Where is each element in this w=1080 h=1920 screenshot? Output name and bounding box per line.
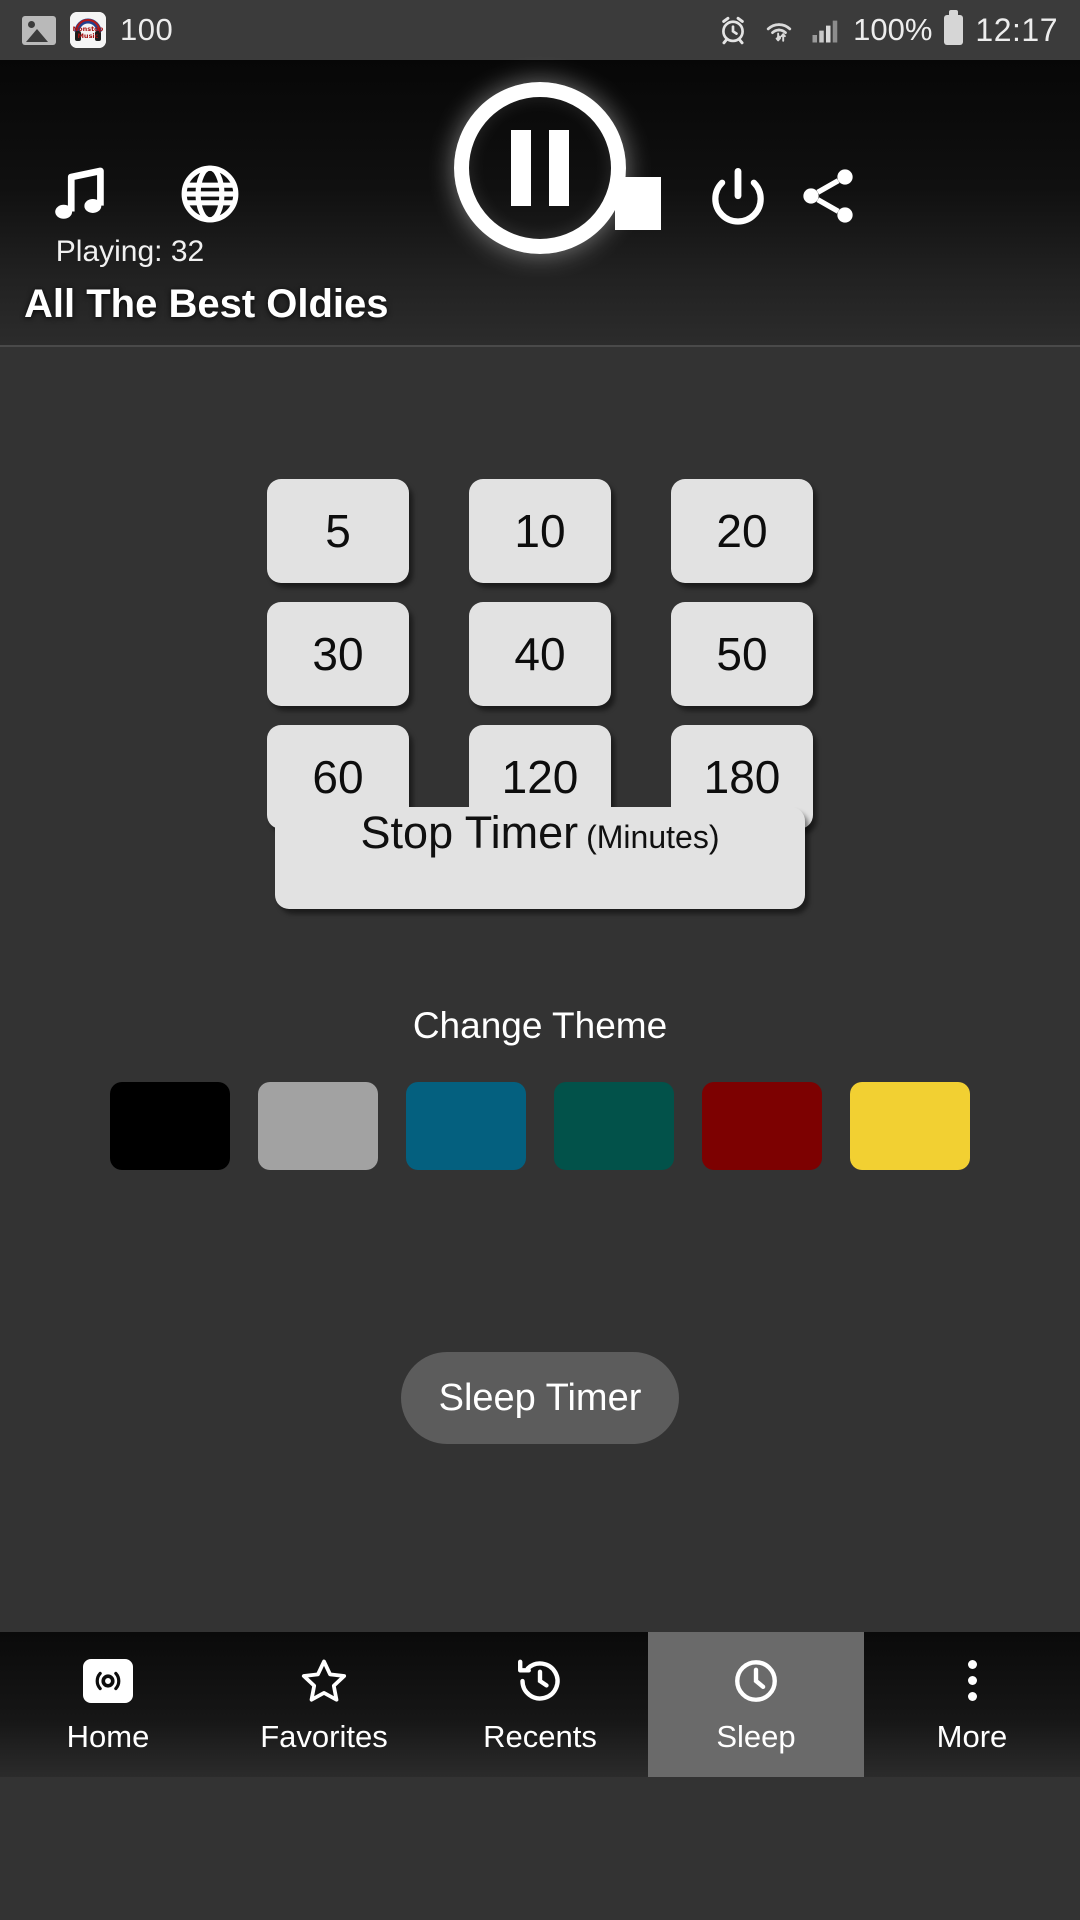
more-dots-icon — [967, 1655, 977, 1707]
nav-label-sleep: Sleep — [716, 1718, 796, 1754]
nav-item-home[interactable]: Home — [0, 1632, 216, 1777]
stop-timer-label: Stop Timer — [360, 807, 579, 858]
change-theme-label: Change Theme — [412, 1005, 668, 1046]
timer-row: 5 10 20 — [0, 479, 1080, 583]
stop-timer-unit: (Minutes) — [586, 819, 720, 855]
status-bar-left: Nonstop Music 100 — [22, 12, 173, 48]
status-bar: Nonstop Music 100 100% 12:17 — [0, 0, 1080, 60]
nav-label-recents: Recents — [483, 1718, 597, 1754]
theme-swatch-row — [0, 1082, 1080, 1170]
timer-button-50[interactable]: 50 — [671, 602, 813, 706]
globe-icon[interactable] — [172, 156, 248, 232]
music-note-icon[interactable] — [42, 156, 118, 232]
clock-icon — [730, 1655, 782, 1707]
timer-row: 30 40 50 — [0, 602, 1080, 706]
nav-item-sleep[interactable]: Sleep — [648, 1632, 864, 1777]
alarm-icon — [722, 16, 745, 45]
player-header: Playing: 32 All The Best Oldies — [0, 60, 1080, 345]
theme-swatch-yellow[interactable] — [850, 1082, 970, 1170]
timer-button-5[interactable]: 5 — [267, 479, 409, 583]
timer-button-10[interactable]: 10 — [469, 479, 611, 583]
theme-swatch-red[interactable] — [702, 1082, 822, 1170]
battery-percent: 100% — [853, 12, 933, 47]
station-title: All The Best Oldies — [24, 282, 389, 326]
nonstop-music-app-icon: Nonstop Music — [70, 12, 106, 48]
theme-swatch-gray[interactable] — [258, 1082, 378, 1170]
notification-count: 100 — [120, 12, 174, 47]
stop-timer-button[interactable]: Stop Timer (Minutes) — [275, 807, 805, 909]
theme-swatch-black[interactable] — [110, 1082, 230, 1170]
nav-item-more[interactable]: More — [864, 1632, 1080, 1777]
nav-label-more: More — [936, 1718, 1008, 1754]
status-bar-right: 100% 12:17 — [717, 10, 1058, 49]
nav-item-favorites[interactable]: Favorites — [216, 1632, 432, 1777]
power-icon[interactable] — [700, 160, 776, 236]
history-icon — [514, 1655, 566, 1707]
radio-icon — [83, 1655, 133, 1707]
wifi-icon — [766, 23, 792, 42]
nav-item-recents[interactable]: Recents — [432, 1632, 648, 1777]
status-bar-clock: 12:17 — [975, 11, 1058, 48]
image-icon — [22, 15, 56, 45]
theme-swatch-green[interactable] — [554, 1082, 674, 1170]
stop-square-icon[interactable] — [600, 165, 676, 241]
battery-icon — [944, 10, 964, 45]
timer-button-40[interactable]: 40 — [469, 602, 611, 706]
nav-label-home: Home — [66, 1718, 150, 1754]
pause-bar-right — [549, 130, 569, 206]
sleep-timer-screen: 5 10 20 30 40 50 60 120 180 Stop Timer (… — [0, 347, 1080, 1777]
pause-bar-left — [511, 130, 531, 206]
timer-preset-grid: 5 10 20 30 40 50 60 120 180 — [0, 479, 1080, 829]
signal-icon — [812, 20, 838, 43]
star-icon — [298, 1655, 350, 1707]
sleep-timer-pill[interactable]: Sleep Timer — [401, 1352, 679, 1444]
timer-button-20[interactable]: 20 — [671, 479, 813, 583]
bottom-navigation: Home Favorites Recents Sleep More — [0, 1632, 1080, 1777]
share-icon[interactable] — [790, 158, 866, 234]
nav-label-favorites: Favorites — [260, 1718, 388, 1754]
theme-swatch-blue[interactable] — [406, 1082, 526, 1170]
playing-count-label: Playing: 32 — [55, 235, 205, 268]
timer-button-30[interactable]: 30 — [267, 602, 409, 706]
svg-text:Music: Music — [77, 32, 98, 40]
app-root: Nonstop Music 100 100% 12:17 Playing: 32… — [0, 0, 1080, 1920]
